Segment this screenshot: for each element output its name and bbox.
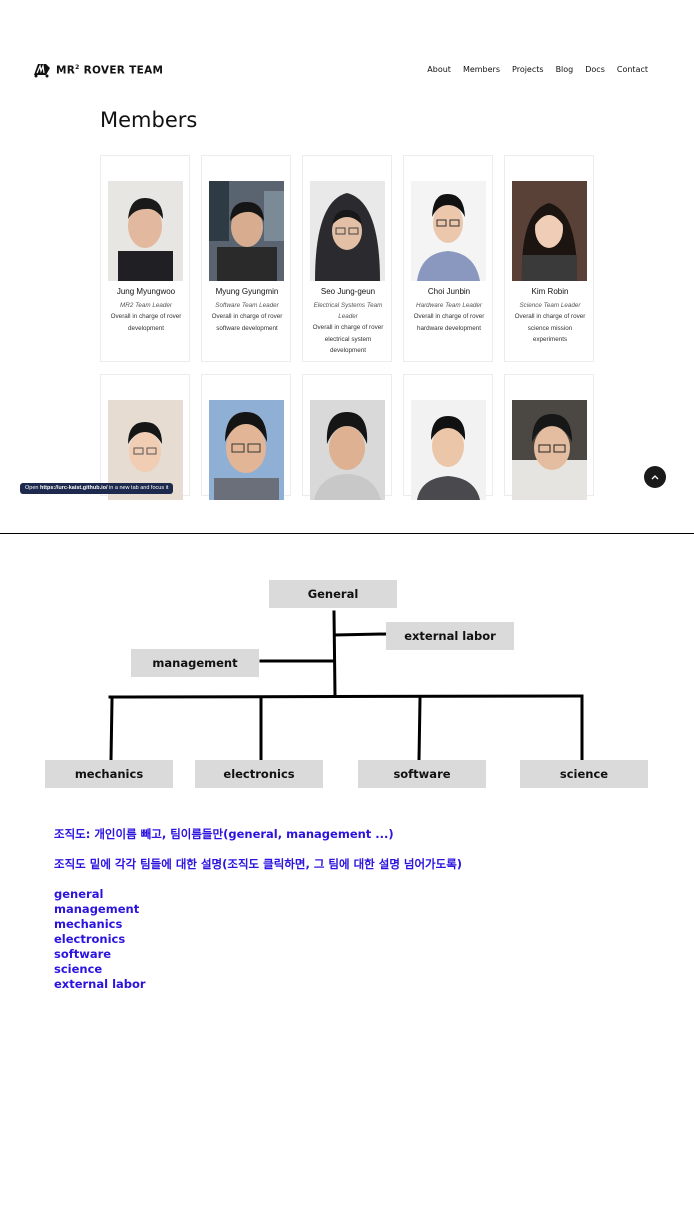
- rover-logo-icon: [34, 63, 50, 78]
- member-card[interactable]: Jung Myungwoo MR2 Team Leader Overall in…: [100, 155, 190, 362]
- member-desc: Overall in charge of rover science missi…: [514, 313, 586, 343]
- org-box-mechanics[interactable]: mechanics: [45, 760, 173, 788]
- org-box-software[interactable]: software: [358, 760, 486, 788]
- chevron-up-icon: [651, 475, 659, 480]
- logo-text: MR2 ROVER TEAM: [56, 63, 164, 77]
- member-name: Kim Robin: [531, 287, 569, 296]
- team-list-item[interactable]: science: [54, 962, 146, 977]
- member-photo: [310, 400, 385, 500]
- member-card[interactable]: Myung Gyungmin Software Team Leader Over…: [201, 155, 291, 362]
- member-role: Software Team Leader: [215, 302, 279, 309]
- team-list-item[interactable]: software: [54, 947, 146, 962]
- member-card[interactable]: [302, 374, 392, 500]
- nav-members[interactable]: Members: [463, 65, 500, 74]
- org-chart-connectors: [108, 610, 584, 762]
- member-role: Electrical Systems Team Leader: [313, 302, 383, 320]
- member-name: Myung Gyungmin: [215, 287, 279, 296]
- member-card[interactable]: Seo Jung-geun Electrical Systems Team Le…: [302, 155, 392, 362]
- member-card[interactable]: Choi Junbin Hardware Team Leader Overall…: [403, 155, 493, 362]
- team-list-item[interactable]: external labor: [54, 977, 146, 992]
- member-photo: [209, 181, 284, 281]
- link-tooltip: Open https://urc-kaist.github.io/ in a n…: [20, 483, 174, 494]
- member-role: Hardware Team Leader: [416, 302, 482, 309]
- team-list-item[interactable]: mechanics: [54, 917, 146, 932]
- note-line: 조직도: 개인이름 빼고, 팀이름들만(general, management …: [54, 827, 394, 841]
- nav-docs[interactable]: Docs: [585, 65, 605, 74]
- member-photo: [512, 181, 587, 281]
- member-photo: [108, 181, 183, 281]
- member-photo: [512, 400, 587, 500]
- member-desc: Overall in charge of rover hardware deve…: [413, 313, 485, 332]
- members-grid-row2: [100, 374, 595, 500]
- member-card[interactable]: [201, 374, 291, 500]
- member-photo: [310, 181, 385, 281]
- member-role: Science Team Leader: [519, 302, 581, 309]
- member-card[interactable]: [100, 374, 190, 500]
- org-box-management[interactable]: management: [131, 649, 259, 677]
- scroll-to-top-button[interactable]: [644, 466, 666, 488]
- member-card[interactable]: [403, 374, 493, 500]
- org-box-general[interactable]: General: [269, 580, 397, 608]
- org-box-external-labor[interactable]: external labor: [386, 622, 514, 650]
- nav-about[interactable]: About: [427, 65, 451, 74]
- member-photo: [411, 181, 486, 281]
- member-photo: [209, 400, 284, 500]
- note-line: 조직도 밑에 각각 팀들에 대한 설명(조직도 클릭하면, 그 팀에 대한 설명…: [54, 857, 463, 871]
- member-photo: [411, 400, 486, 500]
- org-box-science[interactable]: science: [520, 760, 648, 788]
- member-name: Choi Junbin: [427, 287, 471, 296]
- members-grid: Jung Myungwoo MR2 Team Leader Overall in…: [100, 155, 595, 362]
- site-logo[interactable]: MR2 ROVER TEAM: [32, 62, 163, 78]
- website-screenshot: MR2 ROVER TEAM About Members Projects Bl…: [0, 0, 694, 533]
- member-role: MR2 Team Leader: [120, 302, 172, 309]
- team-list-item[interactable]: general: [54, 887, 146, 902]
- nav-blog[interactable]: Blog: [556, 65, 574, 74]
- main-nav: About Members Projects Blog Docs Contact: [427, 65, 648, 74]
- team-list: general management mechanics electronics…: [54, 887, 146, 992]
- member-name: Jung Myungwoo: [116, 287, 176, 296]
- nav-contact[interactable]: Contact: [617, 65, 648, 74]
- team-list-item[interactable]: management: [54, 902, 146, 917]
- member-name: Seo Jung-geun: [320, 287, 376, 296]
- nav-projects[interactable]: Projects: [512, 65, 544, 74]
- page-title: Members: [100, 108, 198, 132]
- member-desc: Overall in charge of rover electrical sy…: [312, 324, 384, 354]
- member-desc: Overall in charge of rover development: [110, 313, 182, 332]
- member-card[interactable]: [504, 374, 594, 500]
- member-desc: Overall in charge of rover software deve…: [211, 313, 283, 332]
- member-card[interactable]: Kim Robin Science Team Leader Overall in…: [504, 155, 594, 362]
- team-list-item[interactable]: electronics: [54, 932, 146, 947]
- org-box-electronics[interactable]: electronics: [195, 760, 323, 788]
